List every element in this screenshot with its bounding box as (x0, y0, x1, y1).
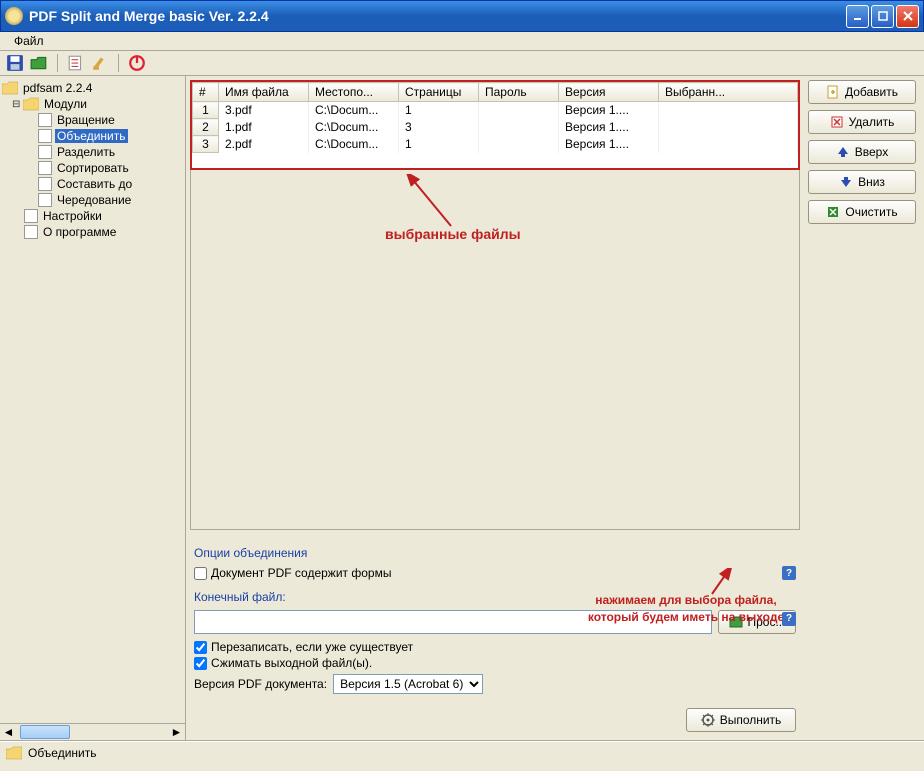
clear-icon[interactable] (91, 54, 109, 72)
help-icon[interactable]: ? (782, 566, 796, 580)
window-title: PDF Split and Merge basic Ver. 2.2.4 (29, 8, 844, 24)
table-row[interactable]: 13.pdfC:\Docum...1Версия 1.... (193, 102, 798, 119)
tree: pdfsam 2.2.4 ⊟ Модули Вращение Объединит… (0, 76, 185, 723)
col-path[interactable]: Местопо... (309, 83, 399, 102)
tree-about[interactable]: О программе (2, 224, 183, 240)
close-button[interactable] (896, 5, 919, 28)
tree-root[interactable]: pdfsam 2.2.4 (2, 80, 183, 96)
gear-icon (701, 713, 715, 727)
checkbox-compress[interactable] (194, 657, 207, 670)
tree-sort[interactable]: Сортировать (2, 160, 183, 176)
file-table[interactable]: # Имя файла Местопо... Страницы Пароль В… (192, 82, 798, 153)
options-panel: Опции объединения Документ PDF содержит … (190, 530, 800, 732)
up-button[interactable]: Вверх (808, 140, 916, 164)
arrow-down-icon (839, 175, 853, 189)
annotation-selected-files: выбранные файлы (385, 226, 521, 242)
status-text: Объединить (28, 746, 97, 760)
tree-split[interactable]: Разделить (2, 144, 183, 160)
pdf-version-select[interactable]: Версия 1.5 (Acrobat 6) (333, 674, 483, 694)
status-bar: Объединить (0, 741, 924, 763)
col-num[interactable]: # (193, 83, 219, 102)
tree-merge[interactable]: Объединить (2, 128, 183, 144)
annotation-browse: нажимаем для выбора файла, который будем… (576, 592, 796, 626)
toolbar (0, 51, 924, 76)
col-version[interactable]: Версия (559, 83, 659, 102)
maximize-button[interactable] (871, 5, 894, 28)
file-table-highlight: # Имя файла Местопо... Страницы Пароль В… (190, 80, 800, 170)
add-file-icon (826, 85, 840, 99)
annotation-arrow-icon (401, 174, 461, 234)
sidebar: pdfsam 2.2.4 ⊟ Модули Вращение Объединит… (0, 76, 186, 740)
annotation-arrow2-icon (704, 568, 734, 598)
clear-list-icon (826, 205, 840, 219)
run-button[interactable]: Выполнить (686, 708, 796, 732)
status-folder-icon (6, 746, 22, 760)
tree-modules[interactable]: ⊟ Модули (2, 96, 183, 112)
table-row[interactable]: 32.pdfC:\Docum...1Версия 1.... (193, 136, 798, 153)
add-button[interactable]: Добавить (808, 80, 916, 104)
col-pages[interactable]: Страницы (399, 83, 479, 102)
exit-icon[interactable] (128, 54, 146, 72)
remove-button[interactable]: Удалить (808, 110, 916, 134)
side-buttons: Добавить Удалить Вверх Вниз Очистить (800, 76, 916, 732)
checkbox-forms-label: Документ PDF содержит формы (211, 566, 391, 580)
main-panel: # Имя файла Местопо... Страницы Пароль В… (186, 76, 924, 740)
pdf-version-label: Версия PDF документа: (194, 677, 327, 691)
open-icon[interactable] (30, 54, 48, 72)
tree-compose[interactable]: Составить до (2, 176, 183, 192)
sidebar-scrollbar[interactable]: ◄ ► (0, 723, 185, 740)
col-selected[interactable]: Выбранн... (659, 83, 798, 102)
col-name[interactable]: Имя файла (219, 83, 309, 102)
help-icon[interactable]: ? (782, 612, 796, 626)
app-icon (5, 7, 23, 25)
delete-icon (830, 115, 844, 129)
merge-options-label: Опции объединения (194, 546, 796, 560)
tree-rotate[interactable]: Вращение (2, 112, 183, 128)
down-button[interactable]: Вниз (808, 170, 916, 194)
tree-settings[interactable]: Настройки (2, 208, 183, 224)
menu-bar: Файл (0, 32, 924, 51)
table-row[interactable]: 21.pdfC:\Docum...3Версия 1.... (193, 119, 798, 136)
checkbox-overwrite[interactable] (194, 641, 207, 654)
arrow-up-icon (836, 145, 850, 159)
menu-file[interactable]: Файл (6, 32, 52, 50)
checkbox-forms[interactable] (194, 567, 207, 580)
log-icon[interactable] (67, 54, 85, 72)
title-bar: PDF Split and Merge basic Ver. 2.2.4 (0, 0, 924, 32)
minimize-button[interactable] (846, 5, 869, 28)
clear-button[interactable]: Очистить (808, 200, 916, 224)
tree-alternate[interactable]: Чередование (2, 192, 183, 208)
checkbox-overwrite-label: Перезаписать, если уже существует (211, 640, 413, 654)
save-icon[interactable] (6, 54, 24, 72)
col-password[interactable]: Пароль (479, 83, 559, 102)
checkbox-compress-label: Сжимать выходной файл(ы). (211, 656, 372, 670)
